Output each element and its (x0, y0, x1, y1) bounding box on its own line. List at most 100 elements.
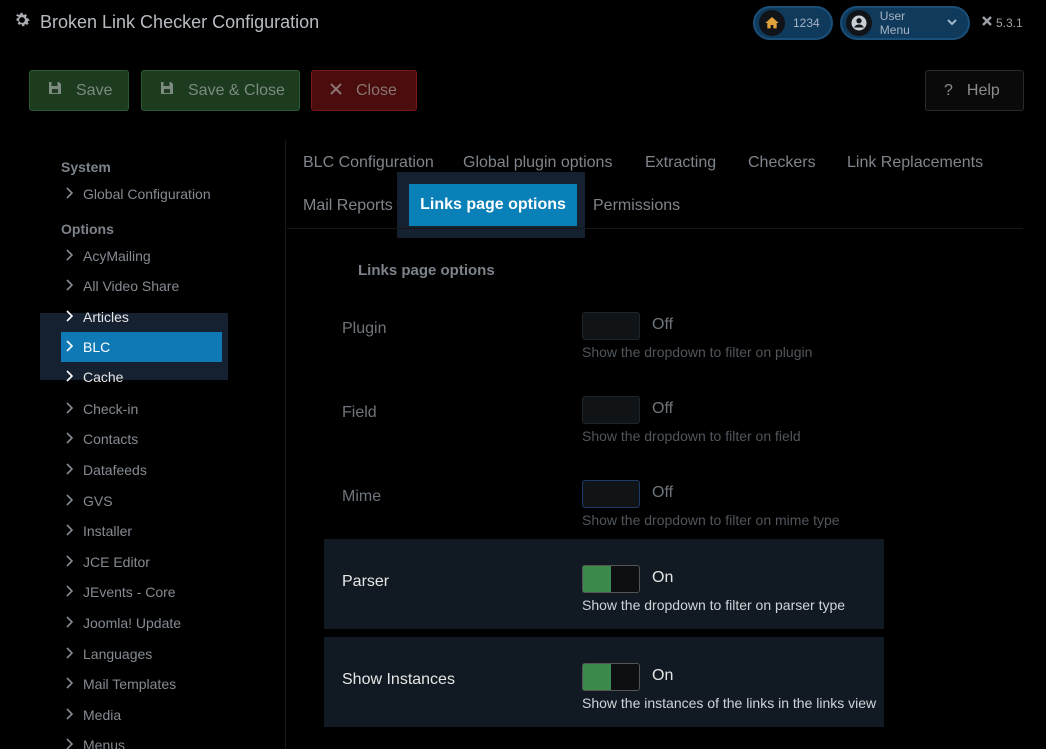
toggle-switch[interactable] (582, 565, 640, 593)
tab-links-page-options[interactable]: Links page options (409, 184, 577, 226)
option-label: Plugin (342, 320, 387, 337)
page-title: Broken Link Checker Configuration (40, 12, 320, 32)
tab-global-plugin-options[interactable]: Global plugin options (463, 154, 612, 172)
sidebar-item-joomla-update[interactable]: Joomla! Update (61, 608, 222, 638)
sidebar-item-check-in[interactable]: Check-in (61, 394, 222, 424)
option-row-parser: Parser On Show the dropdown to filter on p… (324, 539, 884, 629)
toggle-switch[interactable] (582, 480, 640, 508)
tab-permissions[interactable]: Permissions (593, 197, 680, 215)
sidebar-item-label: Installer (83, 523, 133, 539)
help-label: Help (966, 81, 1000, 99)
sidebar-heading-system: System (61, 159, 111, 175)
sidebar-item-label: JCE Editor (83, 554, 150, 570)
save-label: Save (76, 81, 113, 99)
sidebar-item-label: All Video Share (83, 278, 180, 294)
option-row-show-instances: Show Instances On Show the instances of th… (324, 637, 884, 727)
toggle-state-label: On (652, 667, 674, 684)
app-header: Broken Link Checker Configuration 1234 U… (0, 0, 1046, 46)
toggle-switch[interactable] (582, 663, 640, 691)
sidebar-item-contacts[interactable]: Contacts (61, 424, 222, 454)
toggle-off-half (611, 397, 639, 423)
sidebar-item-label: BLC (83, 339, 111, 355)
close-label: Close (356, 81, 397, 99)
sidebar-item-label: GVS (83, 493, 113, 509)
version-number: 5.3.1 (996, 15, 1023, 30)
tab-blc-configuration[interactable]: BLC Configuration (303, 154, 434, 172)
save-button[interactable]: Save (29, 70, 129, 111)
home-count: 1234 (793, 16, 820, 30)
sidebar-item-all-video-share[interactable]: All Video Share (61, 271, 222, 301)
sidebar-item-installer[interactable]: Installer (61, 516, 222, 546)
user-menu-label: User Menu (879, 9, 910, 37)
joomla-icon (981, 15, 993, 30)
sidebar-item-global-configuration[interactable]: Global Configuration (61, 179, 222, 209)
option-description: Show the dropdown to filter on field (582, 428, 801, 444)
sidebar-item-label: Mail Templates (83, 676, 177, 692)
chevron-right-icon (65, 523, 75, 539)
floppy-icon (160, 81, 174, 100)
tab-extracting[interactable]: Extracting (645, 154, 716, 172)
option-description: Show the instances of the links in the l… (582, 695, 877, 711)
toggle-on-half (583, 566, 611, 592)
sidebar-item-label: Menus (83, 737, 126, 749)
option-row-mime: Mime Off Show the dropdown to filter on mi… (324, 454, 884, 544)
toggle-on-half (583, 313, 611, 339)
section-legend: Links page options (358, 262, 495, 279)
toggle-switch[interactable] (582, 396, 640, 424)
toggle-switch[interactable] (582, 312, 640, 340)
title-wrap: Broken Link Checker Configuration (12, 10, 319, 35)
help-button[interactable]: ? Help (925, 70, 1024, 111)
chevron-right-icon (65, 462, 75, 478)
sidebar-item-gvs[interactable]: GVS (61, 486, 222, 516)
sidebar-item-label: Joomla! Update (83, 615, 182, 631)
home-button[interactable]: 1234 (753, 6, 833, 40)
tab-mail-reports[interactable]: Mail Reports (303, 197, 393, 215)
chevron-right-icon (65, 676, 75, 692)
option-row-plugin: Plugin Off Show the dropdown to filter on … (324, 286, 884, 376)
sidebar-item-languages[interactable]: Languages (61, 639, 222, 669)
chevron-right-icon (65, 584, 75, 600)
option-label: Field (342, 404, 377, 421)
tab-divider (287, 228, 1023, 229)
toggle-off-half (611, 313, 639, 339)
sidebar-item-label: AcyMailing (83, 248, 151, 264)
chevron-right-icon (65, 369, 75, 385)
sidebar-item-acymailing[interactable]: AcyMailing (61, 241, 222, 271)
chevron-right-icon (65, 493, 75, 509)
toggle-off-half (611, 664, 639, 690)
close-icon (330, 82, 342, 100)
sidebar-item-label: Check-in (83, 401, 139, 417)
sidebar-item-blc[interactable]: BLC (61, 332, 222, 362)
home-icon (759, 10, 785, 36)
close-button[interactable]: Close (311, 70, 417, 111)
sidebar-item-jevents-core[interactable]: JEvents - Core (61, 577, 222, 607)
option-description: Show the dropdown to filter on parser ty… (582, 597, 846, 613)
user-menu-button[interactable]: User Menu (840, 6, 970, 40)
option-description: Show the dropdown to filter on plugin (582, 344, 813, 360)
sidebar-item-cache[interactable]: Cache (61, 362, 222, 392)
sidebar-item-articles[interactable]: Articles (61, 302, 222, 332)
chevron-right-icon (65, 737, 75, 749)
option-label: Mime (342, 488, 382, 505)
sidebar-heading-options: Options (61, 221, 114, 237)
sidebar-item-label: JEvents - Core (83, 584, 176, 600)
toggle-off-half (611, 481, 639, 507)
gear-icon (12, 10, 32, 35)
chevron-right-icon (65, 401, 75, 417)
chevron-right-icon (65, 707, 75, 723)
sidebar-item-label: Datafeeds (83, 462, 147, 478)
sidebar-item-media[interactable]: Media (61, 700, 222, 730)
tab-checkers[interactable]: Checkers (748, 154, 816, 172)
sidebar-item-label: Cache (83, 369, 124, 385)
sidebar-item-menus[interactable]: Menus (61, 730, 222, 749)
sidebar-item-mail-templates[interactable]: Mail Templates (61, 669, 222, 699)
sidebar-item-label: Media (83, 707, 122, 723)
sidebar-item-jce-editor[interactable]: JCE Editor (61, 547, 222, 577)
chevron-right-icon (65, 339, 75, 355)
sidebar-item-datafeeds[interactable]: Datafeeds (61, 455, 222, 485)
save-close-button[interactable]: Save & Close (141, 70, 300, 111)
option-description: Show the dropdown to filter on mime type (582, 512, 840, 528)
option-row-field: Field Off Show the dropdown to filter on f… (324, 370, 884, 460)
sidebar-item-label: Global Configuration (83, 186, 211, 202)
tab-link-replacements[interactable]: Link Replacements (847, 154, 983, 172)
